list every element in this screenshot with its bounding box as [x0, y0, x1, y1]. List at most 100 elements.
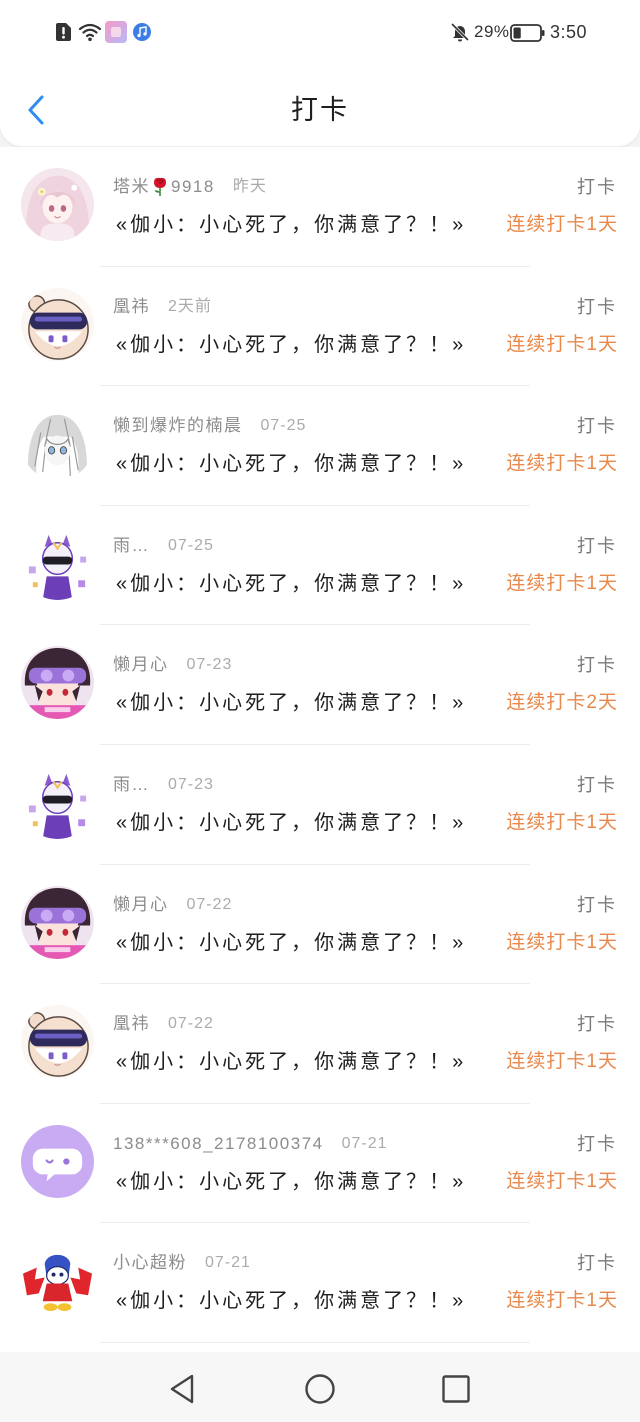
avatar[interactable] — [21, 287, 94, 361]
wifi-icon — [78, 23, 102, 42]
post-date: 07-23 — [168, 775, 214, 793]
purple-hero-avatar — [21, 526, 94, 600]
post-date: 2天前 — [168, 297, 212, 315]
vr-cartoon-avatar — [21, 1005, 94, 1079]
post-date: 07-25 — [260, 417, 307, 435]
avatar[interactable] — [21, 1244, 94, 1318]
user-name[interactable]: 雨… — [113, 773, 150, 797]
name-row: 小心超粉 07-21 — [113, 1251, 251, 1275]
nav-back-button[interactable] — [164, 1371, 200, 1407]
recents-square-icon — [442, 1375, 470, 1403]
list-item[interactable]: 凰祎 07-22 打卡 «伽小：小心死了，你满意了？！» 连续打卡1天 — [0, 984, 640, 1104]
grayscale-girl-avatar — [21, 407, 94, 481]
post-date: 07-22 — [186, 895, 233, 913]
name-row: 懒月心 07-22 — [113, 893, 232, 917]
checkin-content: «伽小：小心死了，你满意了？！» — [116, 1290, 467, 1313]
user-name[interactable]: 凰祎 — [113, 295, 150, 319]
list-item[interactable]: 雨… 07-23 打卡 «伽小：小心死了，你满意了？！» 连续打卡1天 — [0, 744, 640, 865]
vr-cartoon-avatar — [21, 287, 94, 361]
streak-label: 连续打卡1天 — [506, 453, 618, 475]
list-item[interactable]: 懒月心 07-23 打卡 «伽小：小心死了，你满意了？！» 连续打卡2天 — [0, 625, 640, 745]
post-date: 07-23 — [186, 656, 233, 674]
page-title: 打卡 — [291, 95, 349, 125]
system-nav-bar — [0, 1352, 640, 1422]
chat-bubble-avatar — [21, 1124, 94, 1198]
checkin-label: 打卡 — [577, 416, 617, 437]
music-icon — [133, 23, 151, 41]
list-item[interactable]: 138***608_2178100374 07-21 打卡 «伽小：小心死了，你满意了… — [0, 1103, 640, 1224]
checkin-content: «伽小：小心死了，你满意了？！» — [116, 1051, 467, 1074]
goggles-boy-avatar — [21, 646, 94, 720]
list-item[interactable]: 小心超粉 07-21 打卡 «伽小：小心死了，你满意了？！» 连续打卡1天 — [0, 1223, 640, 1343]
avatar[interactable] — [21, 765, 94, 839]
post-date: 07-25 — [168, 536, 214, 554]
bell-off-icon — [450, 22, 470, 42]
home-circle-icon — [305, 1374, 335, 1404]
app-icon — [105, 21, 127, 43]
name-row: 138***608_2178100374 07-21 — [113, 1132, 388, 1156]
user-name[interactable]: 塔米 — [113, 175, 150, 199]
list-item[interactable]: 塔米 9918 昨天 打卡 «伽小：小心死了，你满意了？！» 连续打卡1天 — [0, 147, 640, 267]
user-name[interactable]: 懒到爆炸的楠晨 — [113, 414, 243, 438]
list-item[interactable]: 雨… 07-25 打卡 «伽小：小心死了，你满意了？！» 连续打卡1天 — [0, 505, 640, 626]
post-date: 07-21 — [205, 1254, 251, 1272]
streak-label: 连续打卡1天 — [506, 1051, 618, 1073]
checkin-label: 打卡 — [577, 1014, 617, 1035]
avatar[interactable] — [21, 1124, 94, 1198]
user-name[interactable]: 小心超粉 — [113, 1251, 187, 1275]
clock-time: 3:50 — [550, 22, 588, 42]
checkin-label: 打卡 — [577, 535, 617, 556]
checkin-label: 打卡 — [577, 1133, 617, 1154]
user-name[interactable]: 138***608_2178100374 — [113, 1132, 324, 1156]
nav-home-button[interactable] — [302, 1371, 338, 1407]
avatar[interactable] — [21, 407, 94, 481]
checkin-label: 打卡 — [577, 296, 617, 317]
streak-label: 连续打卡1天 — [506, 811, 618, 833]
list-item[interactable]: 凰祎 2天前 打卡 «伽小：小心死了，你满意了？！» 连续打卡1天 — [0, 266, 640, 387]
back-triangle-icon — [170, 1374, 194, 1404]
purple-hero-avatar — [21, 765, 94, 839]
checkin-label: 打卡 — [577, 774, 617, 795]
user-name[interactable]: 凰祎 — [113, 1012, 150, 1036]
alert-icon — [56, 23, 71, 41]
name-row: 懒月心 07-23 — [113, 653, 232, 677]
post-date: 07-21 — [341, 1134, 388, 1152]
list-item[interactable]: 懒到爆炸的楠晨 07-25 打卡 «伽小：小心死了，你满意了？！» 连续打卡1天 — [0, 386, 640, 506]
name-row: 雨… 07-25 — [113, 534, 214, 558]
checkin-content: «伽小：小心死了，你满意了？！» — [116, 1170, 467, 1193]
checkin-content: «伽小：小心死了，你满意了？！» — [116, 572, 467, 595]
name-row: 雨… 07-23 — [113, 773, 214, 797]
streak-label: 连续打卡1天 — [506, 1290, 618, 1312]
nav-recents-button[interactable] — [438, 1371, 474, 1407]
streak-label: 连续打卡1天 — [506, 1170, 618, 1192]
rose-icon — [151, 177, 169, 197]
name-row: 凰祎 2天前 — [113, 295, 212, 319]
avatar[interactable] — [21, 168, 94, 241]
pink-anime-avatar — [21, 168, 94, 241]
battery-fill — [513, 27, 521, 39]
checkin-content: «伽小：小心死了，你满意了？！» — [116, 811, 467, 834]
user-name[interactable]: 懒月心 — [113, 893, 169, 917]
user-name-suffix[interactable]: 9918 — [171, 175, 215, 199]
avatar[interactable] — [21, 1005, 94, 1079]
checkin-content: «伽小：小心死了，你满意了？！» — [116, 453, 467, 476]
goggles-boy-avatar — [21, 885, 94, 959]
post-date: 07-22 — [168, 1015, 214, 1033]
name-row: 凰祎 07-22 — [113, 1012, 214, 1036]
checkin-list: 塔米 9918 昨天 打卡 «伽小：小心死了，你满意了？！» 连续打卡1天 凰祎 2天前 打卡 «… — [0, 147, 640, 1352]
checkin-content: «伽小：小心死了，你满意了？！» — [116, 692, 467, 715]
checkin-label: 打卡 — [577, 894, 617, 915]
checkin-label: 打卡 — [577, 177, 617, 197]
list-item[interactable]: 懒月心 07-22 打卡 «伽小：小心死了，你满意了？！» 连续打卡1天 — [0, 864, 640, 985]
checkin-label: 打卡 — [577, 1253, 617, 1274]
avatar[interactable] — [21, 885, 94, 959]
user-name[interactable]: 懒月心 — [113, 653, 169, 677]
checkin-content: «伽小：小心死了，你满意了？！» — [116, 333, 467, 356]
battery-icon — [510, 24, 545, 42]
name-row: 懒到爆炸的楠晨 07-25 — [113, 414, 306, 438]
streak-label: 连续打卡2天 — [506, 692, 618, 714]
avatar[interactable] — [21, 526, 94, 600]
avatar[interactable] — [21, 646, 94, 720]
user-name[interactable]: 雨… — [113, 534, 150, 558]
streak-label: 连续打卡1天 — [506, 572, 618, 594]
